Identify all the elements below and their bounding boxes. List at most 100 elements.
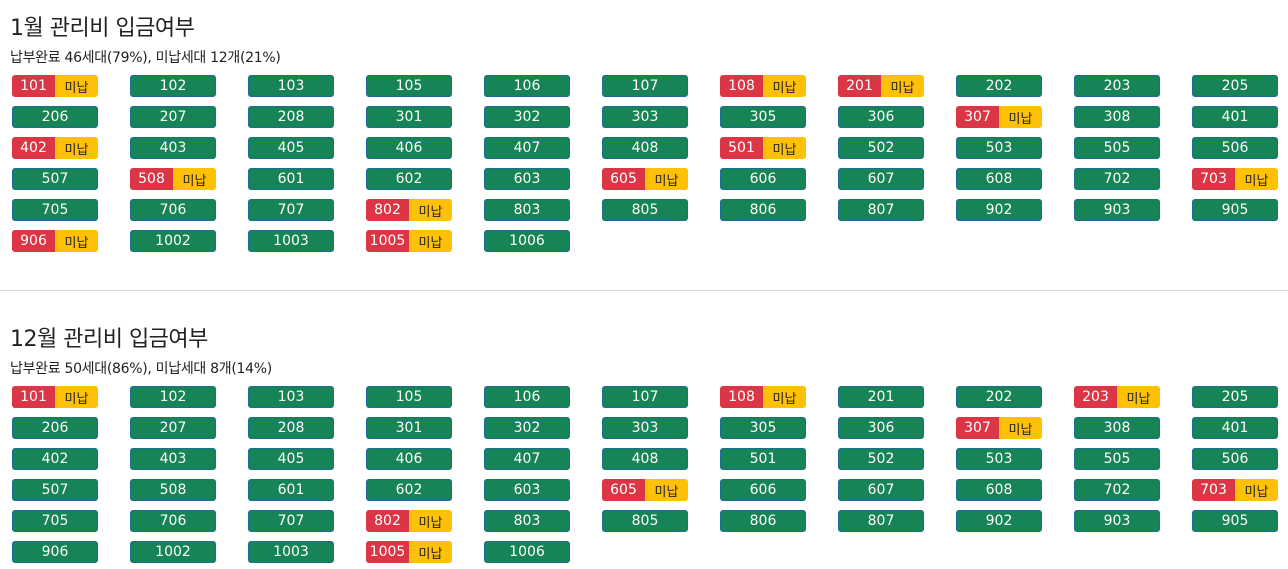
unit-number: 902 (985, 202, 1013, 218)
unit-unpaid: 508 미납 (130, 168, 216, 190)
unpaid-badge: 미납 (763, 386, 806, 408)
unit-number: 507 (41, 482, 69, 498)
unpaid-badge: 미납 (409, 230, 452, 252)
unit-number: 407 (513, 140, 541, 156)
unit-paid: 805 (602, 199, 688, 221)
unit-number: 203 (1103, 78, 1131, 94)
unit-number: 802 (366, 199, 409, 221)
unpaid-badge: 미납 (999, 417, 1042, 439)
unit-number: 305 (749, 109, 777, 125)
unit-number: 606 (749, 482, 777, 498)
unit-number: 502 (867, 451, 895, 467)
unit-number: 706 (159, 202, 187, 218)
unit-number: 402 (12, 137, 55, 159)
unit-number: 807 (867, 513, 895, 529)
unpaid-badge: 미납 (763, 75, 806, 97)
unit-number: 905 (1221, 202, 1249, 218)
unit-paid: 506 (1192, 448, 1278, 470)
unit-number: 101 (12, 75, 55, 97)
unpaid-badge: 미납 (1235, 479, 1278, 501)
unit-number: 608 (985, 482, 1013, 498)
unit-number: 406 (395, 451, 423, 467)
unit-paid: 807 (838, 510, 924, 532)
unit-paid: 303 (602, 417, 688, 439)
unit-paid: 606 (720, 479, 806, 501)
unit-paid: 407 (484, 137, 570, 159)
unit-paid: 806 (720, 510, 806, 532)
unit-paid: 207 (130, 106, 216, 128)
unpaid-badge: 미납 (409, 541, 452, 563)
unit-paid: 601 (248, 479, 334, 501)
unit-paid: 207 (130, 417, 216, 439)
unit-paid: 308 (1074, 106, 1160, 128)
unit-number: 1005 (366, 541, 409, 563)
unit-paid: 706 (130, 510, 216, 532)
unit-number: 805 (631, 202, 659, 218)
unit-number: 705 (41, 202, 69, 218)
unit-unpaid: 802 미납 (366, 510, 452, 532)
unit-number: 103 (277, 389, 305, 405)
unit-number: 602 (395, 482, 423, 498)
unit-paid: 301 (366, 106, 452, 128)
unit-number: 601 (277, 482, 305, 498)
unit-number: 807 (867, 202, 895, 218)
unit-unpaid: 501 미납 (720, 137, 806, 159)
unpaid-badge: 미납 (881, 75, 924, 97)
unit-paid: 707 (248, 510, 334, 532)
unit-unpaid: 703 미납 (1192, 479, 1278, 501)
unit-number: 607 (867, 171, 895, 187)
section-divider (0, 290, 1288, 291)
unit-number: 603 (513, 171, 541, 187)
unpaid-badge: 미납 (55, 230, 98, 252)
unit-paid: 702 (1074, 168, 1160, 190)
section-title: 1월 관리비 입금여부 (10, 16, 195, 41)
unit-paid: 408 (602, 448, 688, 470)
unit-paid: 501 (720, 448, 806, 470)
unit-paid: 706 (130, 199, 216, 221)
unit-number: 308 (1103, 420, 1131, 436)
unit-number: 505 (1103, 451, 1131, 467)
unpaid-badge: 미납 (1235, 168, 1278, 190)
unit-paid: 602 (366, 479, 452, 501)
unit-number: 106 (513, 389, 541, 405)
unit-number: 402 (41, 451, 69, 467)
unit-number: 107 (631, 389, 659, 405)
unit-paid: 107 (602, 386, 688, 408)
unpaid-badge: 미납 (409, 199, 452, 221)
unit-number: 105 (395, 78, 423, 94)
unit-number: 703 (1192, 168, 1235, 190)
unit-paid: 406 (366, 137, 452, 159)
unit-number: 306 (867, 109, 895, 125)
unit-paid: 705 (12, 199, 98, 221)
unit-number: 108 (720, 386, 763, 408)
unit-number: 406 (395, 140, 423, 156)
unit-number: 302 (513, 109, 541, 125)
unit-paid: 903 (1074, 199, 1160, 221)
unit-unpaid: 307 미납 (956, 106, 1042, 128)
unit-paid: 507 (12, 479, 98, 501)
unit-paid: 103 (248, 75, 334, 97)
unit-number: 403 (159, 451, 187, 467)
unit-number: 202 (985, 389, 1013, 405)
unit-paid: 206 (12, 106, 98, 128)
unit-paid: 306 (838, 417, 924, 439)
unit-number: 1002 (155, 233, 191, 249)
unit-paid: 205 (1192, 75, 1278, 97)
unit-number: 605 (602, 168, 645, 190)
unit-number: 706 (159, 513, 187, 529)
unit-number: 1006 (509, 544, 545, 560)
unit-unpaid: 402 미납 (12, 137, 98, 159)
unit-paid: 502 (838, 137, 924, 159)
unit-paid: 806 (720, 199, 806, 221)
unpaid-badge: 미납 (645, 479, 688, 501)
section-title: 12월 관리비 입금여부 (10, 327, 208, 352)
unit-number: 103 (277, 78, 305, 94)
unit-number: 803 (513, 202, 541, 218)
unit-number: 407 (513, 451, 541, 467)
unit-number: 201 (867, 389, 895, 405)
unit-number: 205 (1221, 78, 1249, 94)
unit-paid: 403 (130, 448, 216, 470)
unit-unpaid: 906 미납 (12, 230, 98, 252)
unit-paid: 206 (12, 417, 98, 439)
unpaid-badge: 미납 (763, 137, 806, 159)
